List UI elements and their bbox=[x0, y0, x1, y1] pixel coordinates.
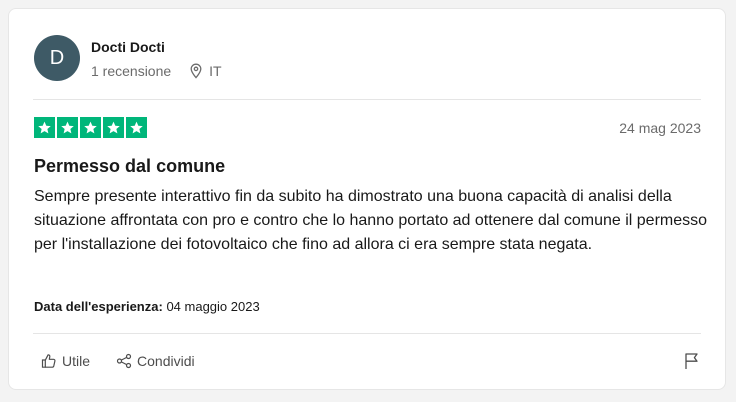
star-icon bbox=[57, 117, 78, 138]
experience-label: Data dell'esperienza: bbox=[34, 299, 163, 314]
star-icon bbox=[126, 117, 147, 138]
avatar-initial: D bbox=[49, 46, 65, 69]
share-button[interactable]: Condividi bbox=[116, 353, 195, 369]
review-body: Sempre presente interattivo fin da subit… bbox=[34, 188, 708, 253]
experience-value: 04 maggio 2023 bbox=[166, 299, 260, 314]
review-date: 24 mag 2023 bbox=[619, 120, 701, 136]
star-icon bbox=[34, 117, 55, 138]
review-title[interactable]: Permesso dal comune bbox=[34, 156, 225, 177]
location-pin-icon bbox=[190, 63, 202, 79]
reviewer-name[interactable]: Docti Docti bbox=[91, 39, 165, 55]
reviewer-meta: 1 recensione IT bbox=[91, 63, 222, 79]
star-icon bbox=[80, 117, 101, 138]
review-actions: Utile Condividi bbox=[41, 353, 195, 369]
share-icon bbox=[116, 353, 132, 369]
useful-label: Utile bbox=[62, 353, 91, 369]
share-label: Condividi bbox=[137, 353, 195, 369]
header-divider bbox=[33, 99, 701, 100]
experience-date: Data dell'esperienza: 04 maggio 2023 bbox=[34, 299, 260, 314]
star-icon bbox=[103, 117, 124, 138]
review-card: D Docti Docti 1 recensione IT 24 mag 202… bbox=[8, 8, 726, 390]
footer-divider bbox=[33, 333, 701, 334]
flag-icon[interactable] bbox=[683, 352, 701, 370]
reviewer-country: IT bbox=[209, 63, 222, 79]
avatar[interactable]: D bbox=[34, 35, 80, 81]
review-count: 1 recensione bbox=[91, 63, 172, 79]
thumbs-up-icon bbox=[41, 354, 56, 368]
useful-button[interactable]: Utile bbox=[41, 353, 90, 369]
star-rating bbox=[34, 117, 147, 138]
